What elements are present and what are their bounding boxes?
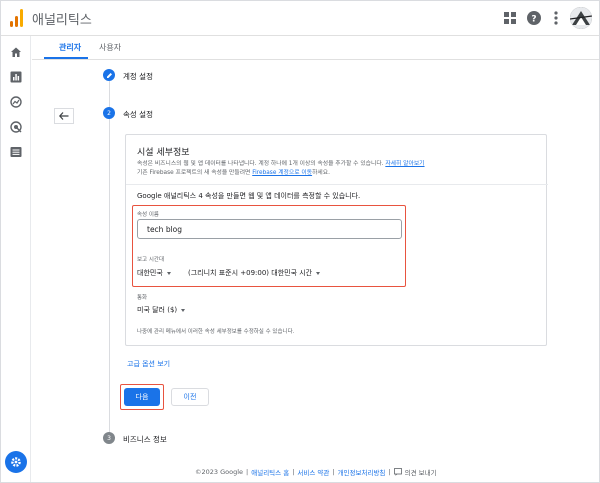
avatar[interactable] <box>570 7 592 29</box>
card-description-1: 속성은 비즈니스의 웹 및 앱 데이터를 나타냅니다. 계정 하나에 1개 이상… <box>137 161 425 167</box>
timezone-country-select[interactable]: 대한민국 <box>137 268 171 278</box>
chevron-down-icon <box>316 271 321 275</box>
currency-select[interactable]: 미국 달러 ($) <box>137 305 186 315</box>
card-description-2: 기존 Firebase 프로젝트의 새 속성을 만들려면 Firebase 계정… <box>137 170 330 176</box>
step-2-indicator: 2 <box>103 107 115 119</box>
advertising-icon[interactable] <box>8 119 24 135</box>
tab-users[interactable]: 사용자 <box>99 42 121 53</box>
chevron-down-icon <box>166 271 171 275</box>
card-title: 시설 세부정보 <box>137 148 190 158</box>
left-nav <box>1 36 31 482</box>
admin-settings-icon[interactable] <box>5 451 27 473</box>
footer-copyright: ©2023 Google <box>195 468 244 476</box>
step-3-indicator: 3 <box>103 432 115 444</box>
timezone-select[interactable]: (그리니치 표준시 +09:00) 대한민국 시간 <box>188 268 321 278</box>
previous-button[interactable]: 이전 <box>171 388 209 406</box>
next-button[interactable]: 다음 <box>124 388 160 406</box>
home-icon[interactable] <box>8 44 24 60</box>
back-button[interactable] <box>54 108 74 124</box>
step-1-indicator <box>103 69 115 81</box>
footer-privacy-link[interactable]: 개인정보처리방침 <box>338 467 386 477</box>
property-details-card: 시설 세부정보 속성은 비즈니스의 웹 및 앱 데이터를 나타냅니다. 계정 하… <box>125 134 548 346</box>
edit-later-note: 나중에 관리 메뉴에서 이러한 속성 세부정보를 수정하실 수 있습니다. <box>137 329 295 335</box>
configure-icon[interactable] <box>8 144 24 160</box>
currency-label: 통화 <box>137 295 148 301</box>
app-frame: 애널리틱스 ? 관리자 사용자 계정 설정 2 속성 설정 시설 세부정보 속성… <box>0 0 600 483</box>
analytics-logo[interactable] <box>10 9 24 27</box>
card-divider <box>126 184 548 185</box>
advanced-options-link[interactable]: 고급 옵션 보기 <box>127 359 170 369</box>
app-title: 애널리틱스 <box>32 13 92 28</box>
tab-admin[interactable]: 관리자 <box>59 42 81 53</box>
property-name-label: 속성 이름 <box>137 212 159 218</box>
timezone-label: 보고 시간대 <box>137 257 165 263</box>
admin-tabs: 관리자 사용자 <box>32 36 599 60</box>
feedback-button[interactable]: 의견 보내기 <box>393 467 437 477</box>
edit-pencil-icon <box>106 72 112 78</box>
back-arrow-icon <box>59 112 69 120</box>
learn-more-link[interactable]: 자세히 알아보기 <box>385 161 424 167</box>
more-vert-icon[interactable] <box>547 9 565 27</box>
step-2-label: 속성 설정 <box>123 110 153 119</box>
top-bar: 애널리틱스 ? <box>1 1 599 36</box>
reports-icon[interactable] <box>8 69 24 85</box>
property-name-input[interactable] <box>137 219 402 239</box>
svg-text:?: ? <box>531 15 536 25</box>
step-1-label[interactable]: 계정 설정 <box>123 71 153 82</box>
footer: ©2023 Google | 애널리틱스 홈 | 서비스 약관 | 개인정보처리… <box>195 467 437 477</box>
chevron-down-icon <box>181 308 186 312</box>
firebase-link[interactable]: Firebase 계정으로 이동 <box>252 170 312 176</box>
footer-analytics-home-link[interactable]: 애널리틱스 홈 <box>251 467 289 477</box>
footer-terms-link[interactable]: 서비스 약관 <box>297 467 329 477</box>
step-3-label: 비즈니스 정보 <box>123 435 167 444</box>
step-timeline <box>109 81 110 441</box>
explore-icon[interactable] <box>8 94 24 110</box>
feedback-icon <box>393 468 402 476</box>
card-headline: Google 애널리틱스 4 속성을 만들면 웹 및 앱 데이터를 측정할 수 … <box>137 192 361 200</box>
tab-active-indicator <box>44 57 88 59</box>
setup-content: 계정 설정 2 속성 설정 시설 세부정보 속성은 비즈니스의 웹 및 앱 데이… <box>32 61 599 461</box>
help-icon[interactable]: ? <box>525 9 543 27</box>
apps-grid-icon[interactable] <box>501 9 519 27</box>
